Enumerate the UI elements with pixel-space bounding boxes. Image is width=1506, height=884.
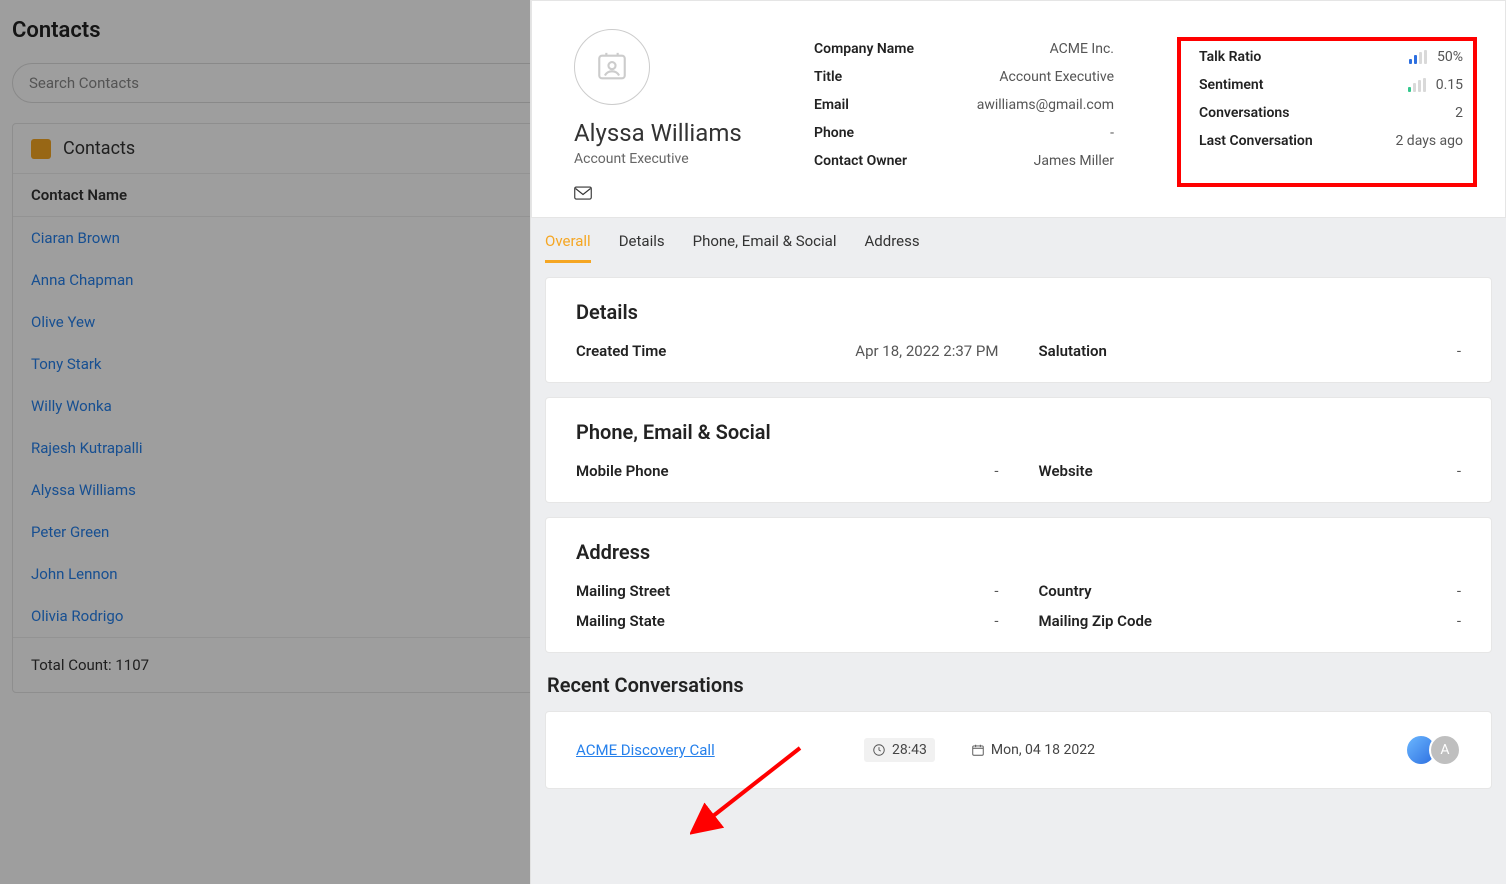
title-label: Title [814,69,842,85]
talk-ratio-value: 50% [1437,49,1463,65]
conversation-duration-chip: 28:43 [864,738,935,762]
conversation-title-link[interactable]: ACME Discovery Call [576,741,836,759]
details-heading: Details [576,300,1461,324]
last-conv-label: Last Conversation [1199,133,1313,149]
mailing-street-value: - [994,582,998,600]
phone-email-social-card: Phone, Email & Social Mobile Phone - Webs… [545,397,1492,503]
panel-header-left: Alyssa Williams Account Executive [574,29,774,199]
last-conv-value: 2 days ago [1395,133,1463,149]
email-label: Email [814,97,849,113]
contact-detail-panel: Alyssa Williams Account Executive Compan… [530,0,1506,884]
salutation-value: - [1457,342,1461,360]
conversations-label: Conversations [1199,105,1289,121]
avatar-placeholder-icon [595,50,629,84]
mailing-state-value: - [994,612,998,630]
tab-address[interactable]: Address [864,232,919,263]
mailing-zip-value: - [1457,612,1461,630]
mailing-street-label: Mailing Street [576,582,670,600]
created-time-value: Apr 18, 2022 2:37 PM [855,342,998,360]
website-value: - [1457,462,1461,480]
calendar-icon [971,743,985,757]
company-label: Company Name [814,41,914,57]
conversation-participants: A [1413,734,1461,766]
salutation-label: Salutation [1039,342,1107,360]
country-value: - [1457,582,1461,600]
panel-header-info: Company Name ACME Inc. Title Account Execu… [814,29,1114,199]
phone-label: Phone [814,125,854,141]
panel-header-stats: Talk Ratio 50% Sentiment 0.15 Conversati… [1177,37,1477,187]
tab-overall[interactable]: Overall [545,232,591,263]
conversation-row[interactable]: ACME Discovery Call 28:43 Mon, 04 18 202… [545,711,1492,789]
recent-conversations-heading: Recent Conversations [547,673,1492,697]
contact-subtitle: Account Executive [574,151,774,167]
conversation-date: Mon, 04 18 2022 [991,742,1095,758]
contact-name: Alyssa Williams [574,119,774,147]
avatar [574,29,650,105]
tab-phone-email-social[interactable]: Phone, Email & Social [693,232,837,263]
country-label: Country [1039,582,1092,600]
talk-ratio-bars-icon [1409,50,1427,64]
owner-label: Contact Owner [814,153,907,169]
sentiment-bars-icon [1408,78,1426,92]
tab-details[interactable]: Details [619,232,665,263]
talk-ratio-label: Talk Ratio [1199,49,1261,65]
address-heading: Address [576,540,1461,564]
company-value: ACME Inc. [1050,41,1114,57]
email-value: awilliams@gmail.com [977,97,1114,113]
address-card: Address Mailing Street - Country - Mailing… [545,517,1492,653]
clock-icon [872,743,886,757]
panel-tabs: Overall Details Phone, Email & Social Ad… [531,218,1506,263]
sentiment-label: Sentiment [1199,77,1263,93]
owner-value: James Miller [1034,153,1114,169]
conversation-duration: 28:43 [892,742,927,758]
panel-body[interactable]: Details Created Time Apr 18, 2022 2:37 PM… [531,263,1506,884]
panel-header: Alyssa Williams Account Executive Compan… [531,0,1506,218]
pes-heading: Phone, Email & Social [576,420,1461,444]
mobile-phone-value: - [994,462,998,480]
title-value: Account Executive [999,69,1114,85]
details-card: Details Created Time Apr 18, 2022 2:37 PM… [545,277,1492,383]
conversations-value: 2 [1455,105,1463,121]
conversation-date-chip: Mon, 04 18 2022 [963,738,1103,762]
created-time-label: Created Time [576,342,666,360]
mailing-state-label: Mailing State [576,612,665,630]
phone-value: - [1110,125,1114,141]
email-icon[interactable] [574,185,592,199]
website-label: Website [1039,462,1093,480]
sentiment-value: 0.15 [1436,77,1463,93]
mailing-zip-label: Mailing Zip Code [1039,612,1152,630]
participant-avatar-initial: A [1429,734,1461,766]
mobile-phone-label: Mobile Phone [576,462,669,480]
